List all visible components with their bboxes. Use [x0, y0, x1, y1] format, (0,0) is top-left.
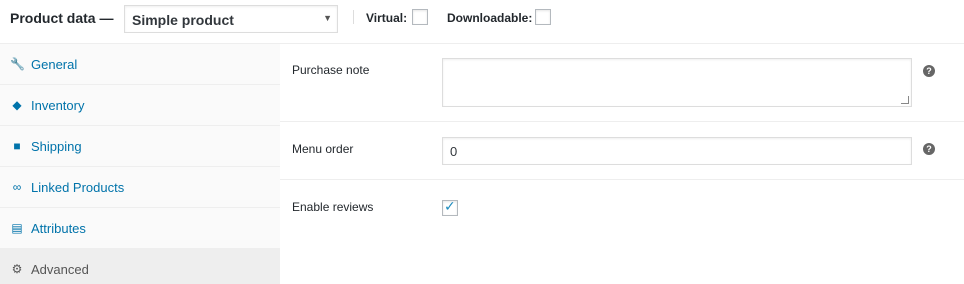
tab-general[interactable]: 🔧 General	[0, 44, 280, 85]
menu-order-row: Menu order 0 ?	[280, 122, 964, 180]
header-divider	[353, 10, 354, 24]
product-data-tabs: 🔧 General ◆ Inventory ■ Shipping ∞ Linke…	[0, 44, 280, 284]
gear-icon: ⚙	[11, 262, 23, 276]
menu-order-field[interactable]: 0	[442, 137, 912, 165]
enable-reviews-checkbox[interactable]: ✓	[442, 198, 458, 216]
advanced-panel: Purchase note ? Menu order 0 ? Enable re…	[280, 44, 964, 284]
chevron-down-icon: ▼	[323, 13, 332, 23]
menu-order-label: Menu order	[292, 142, 354, 156]
checkmark-icon: ✓	[444, 198, 456, 214]
purchase-note-field[interactable]	[442, 58, 912, 107]
product-type-value: Simple product	[132, 12, 234, 28]
enable-reviews-label: Enable reviews	[292, 200, 374, 214]
product-data-title: Product data —	[10, 10, 114, 26]
tab-label: Advanced	[31, 262, 89, 277]
truck-icon: ■	[13, 139, 21, 153]
wrench-icon: 🔧	[10, 57, 25, 71]
tag-icon: ◆	[12, 98, 22, 112]
downloadable-checkbox[interactable]	[535, 9, 551, 25]
product-data-header: Product data — Simple product ▼ Virtual:…	[0, 0, 964, 44]
help-icon[interactable]: ?	[923, 65, 935, 77]
menu-order-value: 0	[450, 144, 458, 159]
tab-attributes[interactable]: ▤ Attributes	[0, 208, 280, 249]
help-icon[interactable]: ?	[923, 143, 935, 155]
tab-label: Shipping	[31, 139, 82, 154]
tab-advanced[interactable]: ⚙ Advanced	[0, 249, 280, 284]
virtual-label: Virtual:	[366, 11, 408, 25]
link-icon: ∞	[12, 180, 22, 194]
tab-label: Linked Products	[31, 180, 125, 195]
enable-reviews-row: Enable reviews ✓	[280, 180, 964, 236]
product-type-select[interactable]: Simple product ▼	[124, 5, 338, 33]
purchase-note-label: Purchase note	[292, 63, 370, 77]
purchase-note-row: Purchase note ?	[280, 44, 964, 122]
tab-label: Inventory	[31, 98, 85, 113]
downloadable-label: Downloadable:	[447, 11, 533, 25]
resize-handle-icon[interactable]	[901, 96, 909, 104]
tab-inventory[interactable]: ◆ Inventory	[0, 85, 280, 126]
tab-linked-products[interactable]: ∞ Linked Products	[0, 167, 280, 208]
virtual-checkbox[interactable]	[412, 9, 428, 25]
tab-label: General	[31, 57, 78, 72]
tab-shipping[interactable]: ■ Shipping	[0, 126, 280, 167]
list-icon: ▤	[11, 221, 23, 235]
tab-label: Attributes	[31, 221, 86, 236]
